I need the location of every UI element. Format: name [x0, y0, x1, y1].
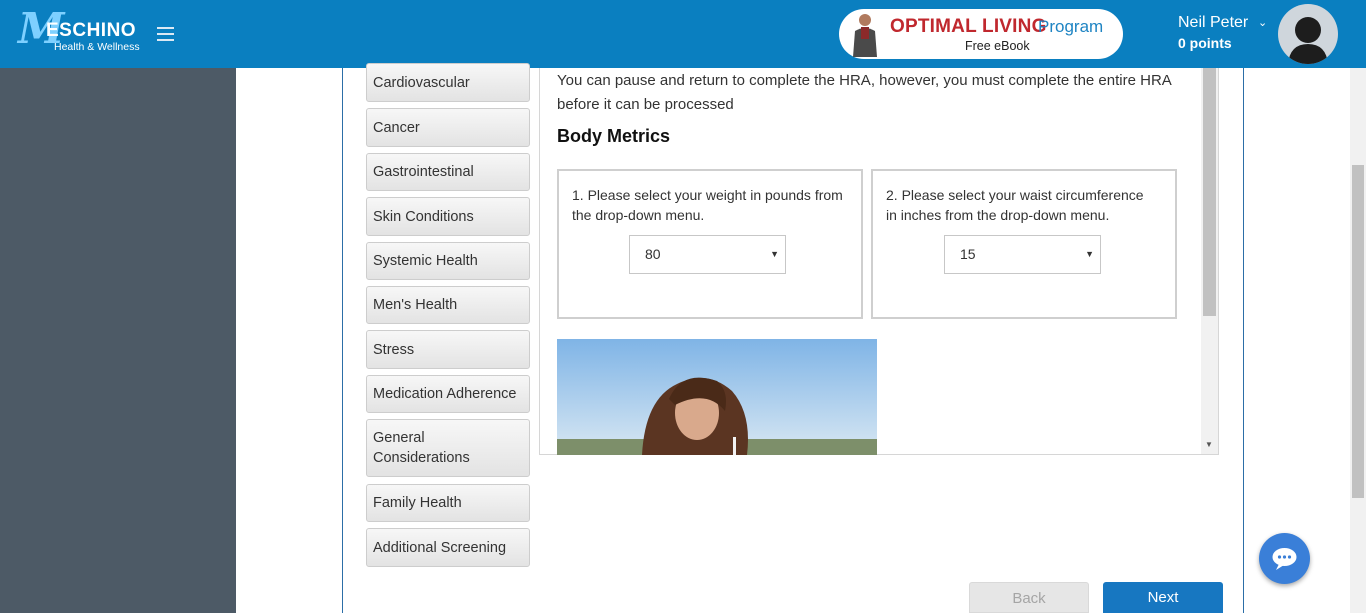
category-label: Men's Health — [373, 297, 458, 313]
ebook-subtitle: Free eBook — [965, 39, 1030, 53]
category-label: Additional Screening — [373, 539, 507, 556]
back-button[interactable]: Back — [969, 582, 1089, 613]
waist-select[interactable]: 15 ▼ — [944, 235, 1101, 274]
question-text: 1. Please select your weight in pounds f… — [572, 187, 843, 223]
select-value: 15 — [960, 246, 976, 262]
chat-button[interactable] — [1259, 533, 1310, 584]
category-skin-conditions[interactable]: Skin Conditions — [366, 197, 530, 236]
question-weight: 1. Please select your weight in pounds f… — [557, 169, 863, 319]
chevron-down-icon[interactable]: ⌄ — [1258, 16, 1267, 29]
category-cancer[interactable]: Cancer — [366, 108, 530, 147]
top-header: M ESCHINO Health & Wellness OPTIMAL LIVI… — [0, 0, 1366, 68]
logo-brand: ESCHINO — [46, 20, 137, 41]
category-cardiovascular[interactable]: Cardiovascular — [366, 63, 530, 102]
category-label: Stress — [373, 341, 415, 358]
avatar[interactable] — [1278, 4, 1338, 64]
menu-icon[interactable] — [157, 27, 175, 41]
page-scroll-thumb[interactable] — [1352, 165, 1364, 498]
dropdown-arrow-icon: ▼ — [1085, 249, 1094, 259]
category-general-considerations[interactable]: General Considerations — [366, 419, 530, 477]
section-title: Body Metrics — [557, 126, 671, 146]
category-label: Medication Adherence — [373, 386, 517, 402]
category-label: Systemic Health — [373, 253, 478, 269]
user-points: 0 points — [1178, 35, 1232, 51]
ebook-program: Program — [1038, 17, 1104, 36]
category-medication-adherence[interactable]: Medication Adherence — [366, 375, 530, 413]
category-additional-screening[interactable]: Additional Screening — [366, 528, 530, 567]
category-mens-health[interactable]: Men's Health — [366, 286, 530, 324]
user-silhouette-icon — [1288, 17, 1328, 64]
category-label: Skin Conditions — [373, 208, 474, 225]
category-label: Cancer — [373, 119, 420, 136]
category-label: Family Health — [373, 495, 462, 511]
question-scroll-thumb[interactable] — [1203, 68, 1216, 316]
question-waist: 2. Please select your waist circumferenc… — [871, 169, 1177, 319]
user-name[interactable]: Neil Peter — [1178, 14, 1248, 32]
chat-bubble-icon — [1272, 548, 1297, 570]
weight-select[interactable]: 80 ▼ — [629, 235, 786, 274]
ebook-title: OPTIMAL LIVING — [890, 16, 1047, 37]
scroll-down-arrow-icon[interactable]: ▼ — [1205, 440, 1213, 449]
category-stress[interactable]: Stress — [366, 330, 530, 369]
intro-text: You can pause and return to complete the… — [557, 72, 1171, 113]
category-label: Cardiovascular — [373, 74, 470, 91]
optimal-living-ebook-banner[interactable]: OPTIMAL LIVING Program Free eBook — [839, 9, 1123, 59]
woman-running-photo — [557, 339, 877, 455]
question-text: 2. Please select your waist circumferenc… — [886, 187, 1144, 223]
left-sidebar — [0, 68, 236, 613]
category-systemic-health[interactable]: Systemic Health — [366, 242, 530, 280]
category-family-health[interactable]: Family Health — [366, 484, 530, 522]
category-gastrointestinal[interactable]: Gastrointestinal — [366, 153, 530, 191]
category-label: General Considerations — [373, 430, 470, 466]
dropdown-arrow-icon: ▼ — [770, 249, 779, 259]
logo-tagline: Health & Wellness — [54, 41, 140, 53]
select-value: 80 — [645, 246, 661, 262]
author-photo — [853, 14, 877, 57]
next-button[interactable]: Next — [1103, 582, 1223, 613]
category-label: Gastrointestinal — [373, 164, 474, 180]
meschino-logo[interactable]: M ESCHINO Health & Wellness — [18, 4, 148, 58]
